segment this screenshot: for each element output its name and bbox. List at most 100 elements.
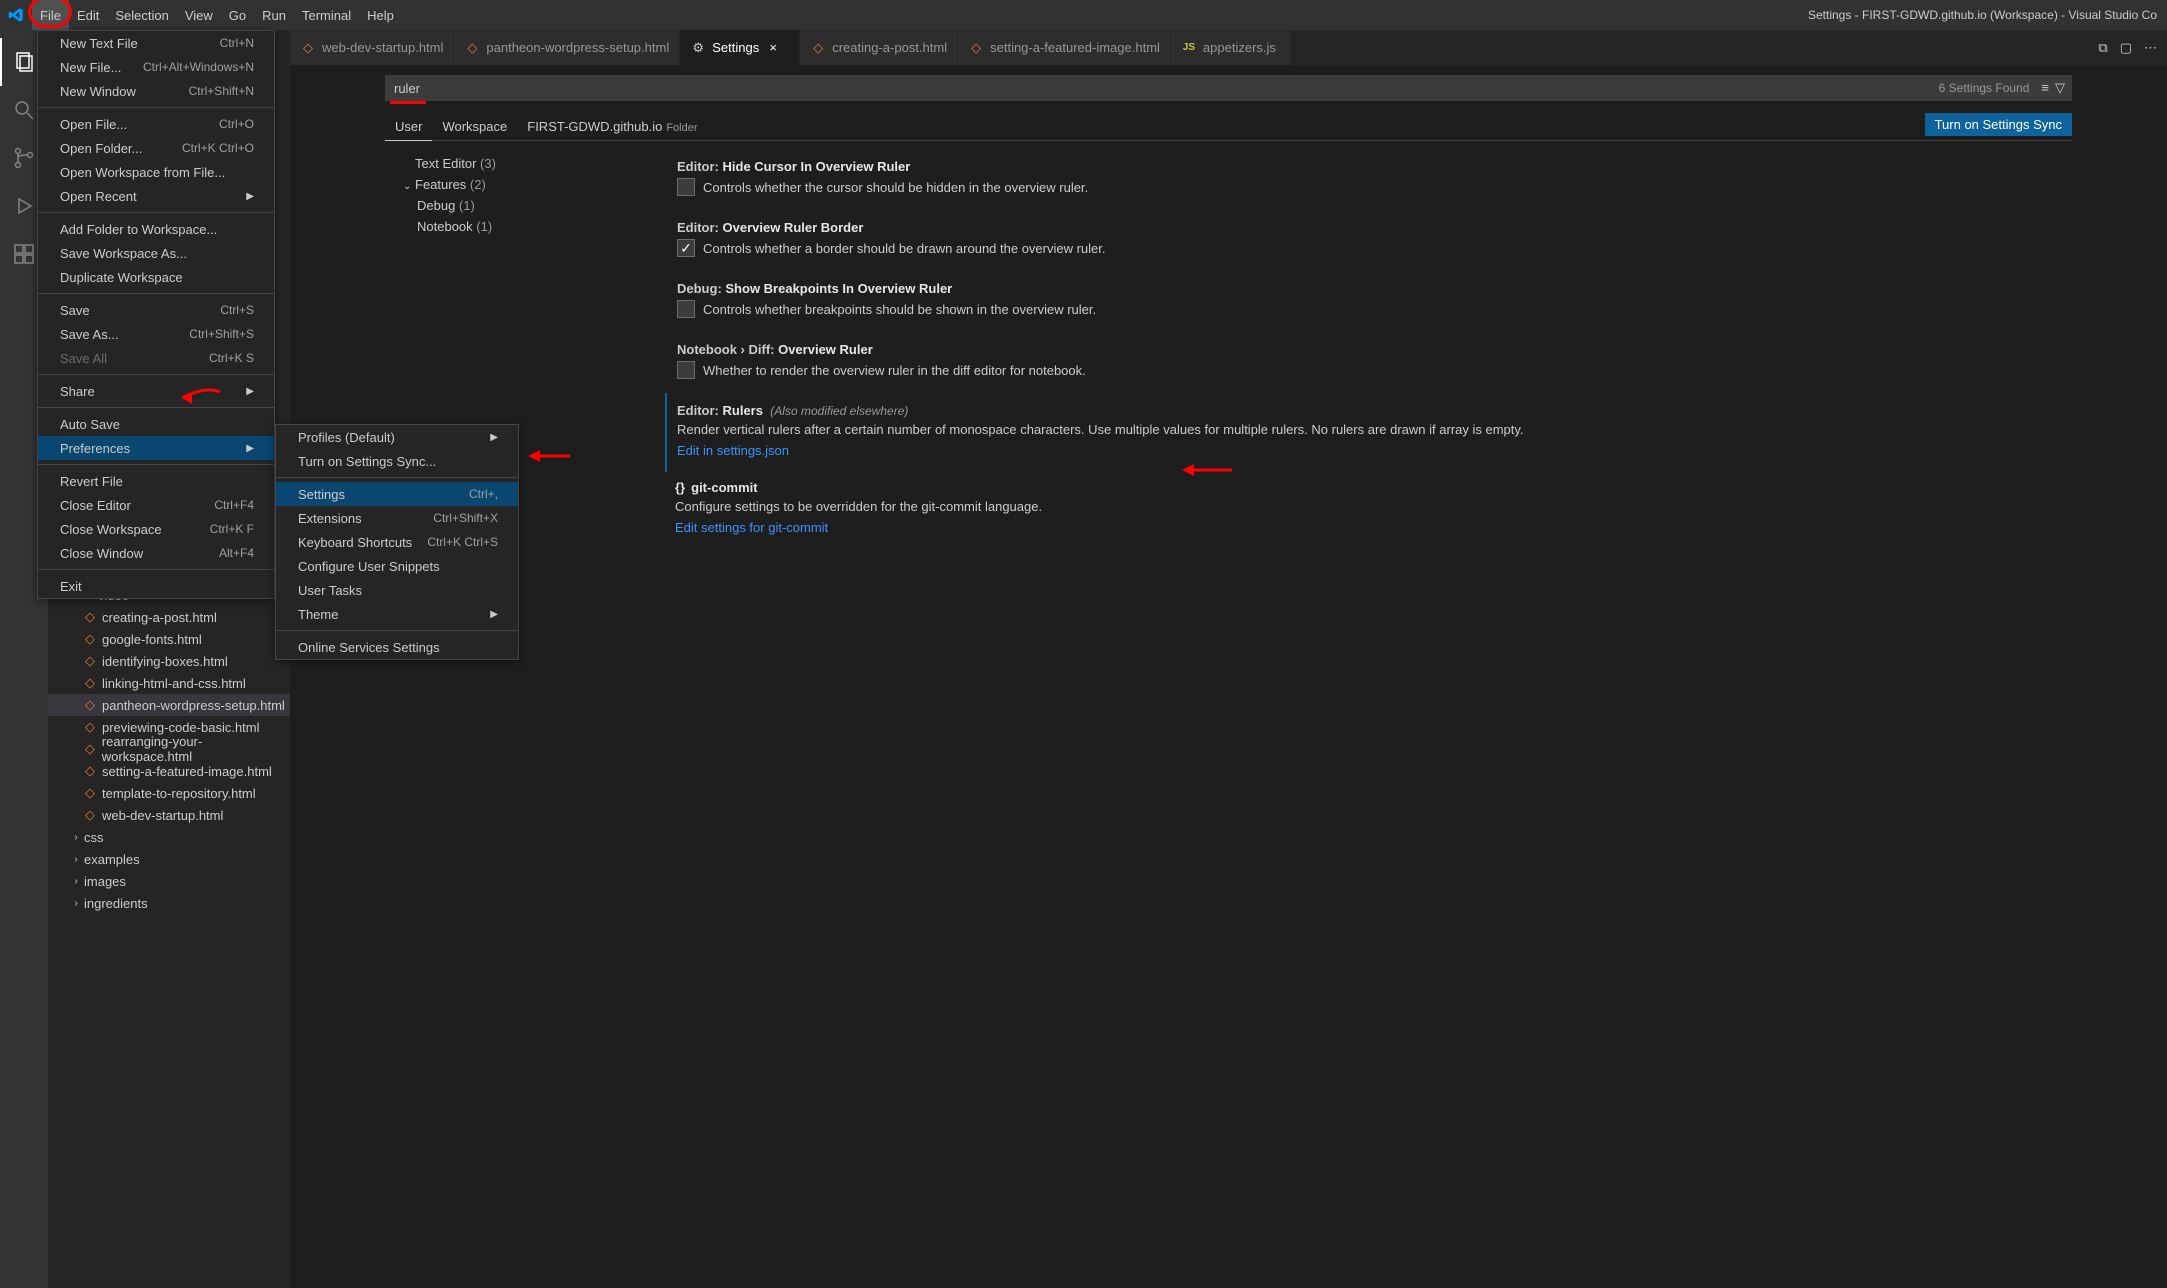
split-editor-icon[interactable]: ⧉ [2098,40,2107,56]
menu-item-close-window[interactable]: Close WindowAlt+F4 [38,541,274,565]
tab-appetizers-js[interactable]: JSappetizers.js [1171,30,1291,65]
tab-actions: ⧉ ▢ ⋯ [2088,30,2167,65]
menu-item-new-text-file[interactable]: New Text FileCtrl+N [38,31,274,55]
turn-on-settings-sync-button[interactable]: Turn on Settings Sync [1925,113,2072,136]
menu-item-settings[interactable]: SettingsCtrl+, [276,482,518,506]
html-icon: ◇ [968,40,984,56]
menu-item-close-workspace[interactable]: Close WorkspaceCtrl+K F [38,517,274,541]
explorer-item-css[interactable]: ›css [48,826,290,848]
explorer-item-web-dev-startup-html[interactable]: ◇web-dev-startup.html [48,804,290,826]
menu-separator [38,374,274,375]
settings-icon: ⚙ [690,40,706,56]
checkbox[interactable] [677,361,695,379]
menu-help[interactable]: Help [359,0,402,30]
settings-search-input[interactable] [386,77,1933,100]
setting-overview-ruler-border: Editor: Overview Ruler BorderControls wh… [665,210,2077,271]
settings-filter-icon[interactable]: ▽ [2055,80,2065,96]
menu-separator [38,293,274,294]
menu-item-duplicate-workspace[interactable]: Duplicate Workspace [38,265,274,289]
menu-item-auto-save[interactable]: Auto Save [38,412,274,436]
explorer-item-images[interactable]: ›images [48,870,290,892]
tab-pantheon-wordpress-setup-html[interactable]: ◇pantheon-wordpress-setup.html [454,30,680,65]
menu-go[interactable]: Go [221,0,254,30]
explorer-item-rearranging-your-workspace-html[interactable]: ◇rearranging-your-workspace.html [48,738,290,760]
outline-notebook[interactable]: Notebook (1) [385,216,665,237]
html-icon: ◇ [810,40,826,56]
open-changes-icon[interactable]: ▢ [2120,40,2132,56]
braces-icon: {} [675,480,685,495]
edit-settings-git-commit-link[interactable]: Edit settings for git-commit [675,520,828,535]
menu-item-open-workspace-from-file-[interactable]: Open Workspace from File... [38,160,274,184]
settings-tab-workspace[interactable]: Workspace [432,113,517,140]
menu-edit[interactable]: Edit [69,0,107,30]
annotation-underline-search [390,101,426,104]
menu-item-revert-file[interactable]: Revert File [38,469,274,493]
menu-item-profiles-default-[interactable]: Profiles (Default)▶ [276,425,518,449]
menu-item-extensions[interactable]: ExtensionsCtrl+Shift+X [276,506,518,530]
explorer-item-template-to-repository-html[interactable]: ◇template-to-repository.html [48,782,290,804]
outline-text-editor[interactable]: Text Editor (3) [385,153,665,174]
lang-override-git-commit: {}git-commitConfigure settings to be ove… [665,480,2077,535]
menu-run[interactable]: Run [254,0,294,30]
explorer-item-creating-a-post-html[interactable]: ◇creating-a-post.html [48,606,290,628]
menu-item-share[interactable]: Share▶ [38,379,274,403]
close-icon[interactable]: × [765,40,781,55]
menu-separator [38,569,274,570]
menu-selection[interactable]: Selection [107,0,176,30]
checkbox[interactable] [677,239,695,257]
menu-item-new-window[interactable]: New WindowCtrl+Shift+N [38,79,274,103]
menu-item-save-all[interactable]: Save AllCtrl+K S [38,346,274,370]
menu-item-save-as-[interactable]: Save As...Ctrl+Shift+S [38,322,274,346]
tab-setting-a-featured-image-html[interactable]: ◇setting-a-featured-image.html [958,30,1171,65]
menu-item-open-recent[interactable]: Open Recent▶ [38,184,274,208]
outline-features[interactable]: ⌄Features (2) [385,174,665,195]
checkbox[interactable] [677,300,695,318]
edit-in-settings-json-link[interactable]: Edit in settings.json [677,443,789,458]
menu-file[interactable]: File [32,0,69,30]
menu-item-user-tasks[interactable]: User Tasks [276,578,518,602]
menu-item-preferences[interactable]: Preferences▶ [38,436,274,460]
explorer-item-setting-a-featured-image-html[interactable]: ◇setting-a-featured-image.html [48,760,290,782]
outline-debug[interactable]: Debug (1) [385,195,665,216]
tab-creating-a-post-html[interactable]: ◇creating-a-post.html [800,30,958,65]
settings-editor: 6 Settings Found ≡ ▽ User Workspace FIRS… [290,65,2167,535]
menu-item-turn-on-settings-sync-[interactable]: Turn on Settings Sync... [276,449,518,473]
menu-item-keyboard-shortcuts[interactable]: Keyboard ShortcutsCtrl+K Ctrl+S [276,530,518,554]
settings-tab-folder[interactable]: FIRST-GDWD.github.ioFolder [517,113,707,140]
checkbox[interactable] [677,178,695,196]
menu-item-online-services-settings[interactable]: Online Services Settings [276,635,518,659]
menu-item-configure-user-snippets[interactable]: Configure User Snippets [276,554,518,578]
explorer-item-linking-html-and-css-html[interactable]: ◇linking-html-and-css.html [48,672,290,694]
setting-hide-cursor-in-overview-ruler: Editor: Hide Cursor In Overview RulerCon… [665,149,2077,210]
settings-list: Editor: Hide Cursor In Overview RulerCon… [665,149,2167,535]
menu-item-new-file-[interactable]: New File...Ctrl+Alt+Windows+N [38,55,274,79]
menu-item-save[interactable]: SaveCtrl+S [38,298,274,322]
settings-scope-tabs: User Workspace FIRST-GDWD.github.ioFolde… [385,113,2072,141]
file-menu-dropdown: New Text FileCtrl+NNew File...Ctrl+Alt+W… [37,30,275,599]
explorer-item-ingredients[interactable]: ›ingredients [48,892,290,914]
settings-tab-user[interactable]: User [385,113,432,141]
menu-item-close-editor[interactable]: Close EditorCtrl+F4 [38,493,274,517]
menu-item-open-file-[interactable]: Open File...Ctrl+O [38,112,274,136]
explorer-item-identifying-boxes-html[interactable]: ◇identifying-boxes.html [48,650,290,672]
explorer-item-pantheon-wordpress-setup-html[interactable]: ◇pantheon-wordpress-setup.html [48,694,290,716]
menu-item-save-workspace-as-[interactable]: Save Workspace As... [38,241,274,265]
menu-item-add-folder-to-workspace-[interactable]: Add Folder to Workspace... [38,217,274,241]
settings-search-row: 6 Settings Found ≡ ▽ [385,75,2072,101]
tab-settings[interactable]: ⚙Settings× [680,30,800,65]
explorer-item-examples[interactable]: ›examples [48,848,290,870]
explorer-item-google-fonts-html[interactable]: ◇google-fonts.html [48,628,290,650]
menu-terminal[interactable]: Terminal [294,0,359,30]
menu-separator [38,407,274,408]
more-icon[interactable]: ⋯ [2144,40,2157,56]
menu-separator [276,477,518,478]
menu-item-theme[interactable]: Theme▶ [276,602,518,626]
settings-clear-icon[interactable]: ≡ [2041,80,2049,96]
menu-separator [38,107,274,108]
tab-web-dev-startup-html[interactable]: ◇web-dev-startup.html [290,30,454,65]
menu-item-open-folder-[interactable]: Open Folder...Ctrl+K Ctrl+O [38,136,274,160]
setting-show-breakpoints-in-overview-ruler: Debug: Show Breakpoints In Overview Rule… [665,271,2077,332]
menu-view[interactable]: View [177,0,221,30]
menu-item-exit[interactable]: Exit [38,574,274,598]
editor-area: ◇web-dev-startup.html◇pantheon-wordpress… [290,30,2167,1288]
